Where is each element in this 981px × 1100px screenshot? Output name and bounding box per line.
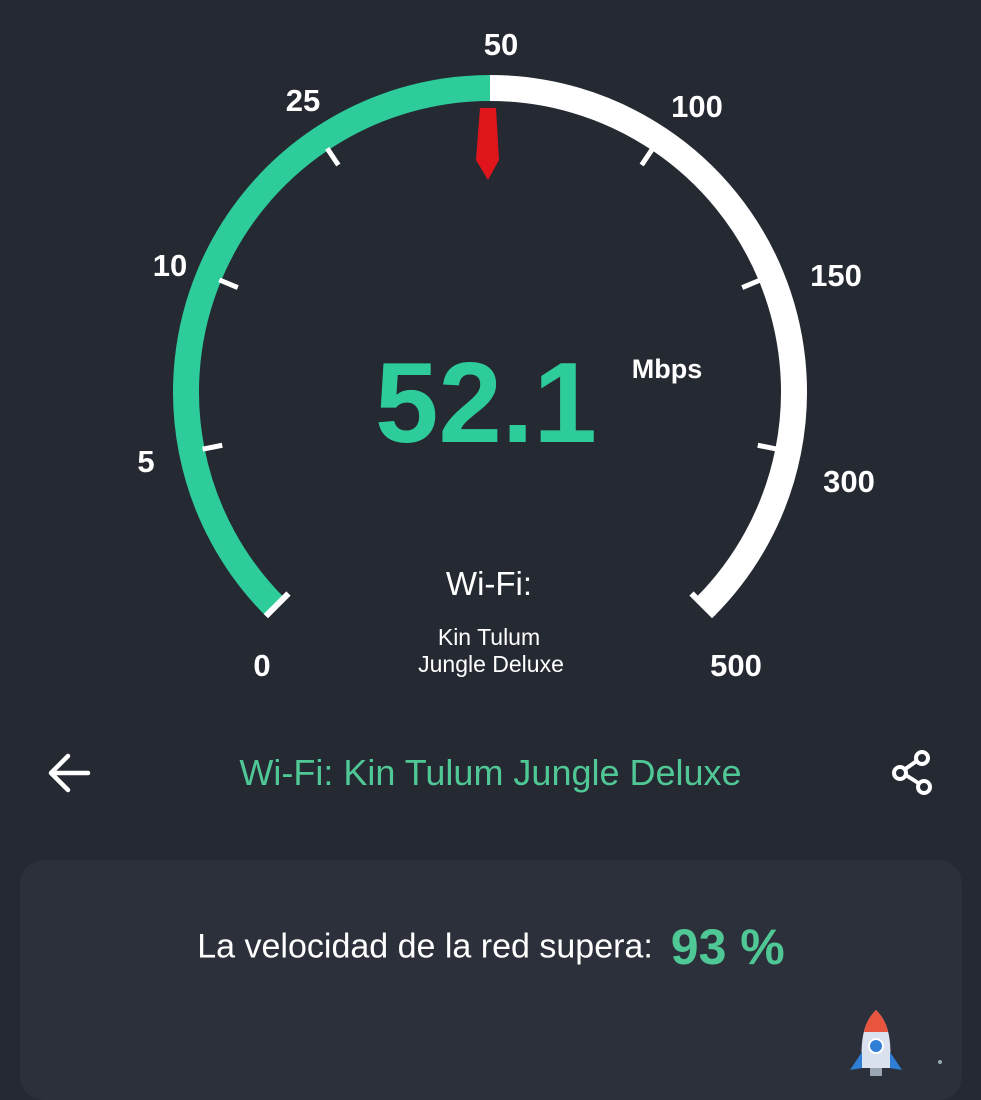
network-comparison: La velocidad de la red supera: 93 %	[20, 918, 962, 976]
rocket-icon	[850, 1010, 902, 1076]
speed-unit: Mbps	[632, 354, 703, 384]
exceeds-percentage: 93 %	[670, 919, 785, 975]
gauge-tick-3	[325, 146, 341, 167]
scale-label-500: 500	[710, 648, 762, 683]
network-name-line2: Jungle Deluxe	[418, 651, 564, 677]
scale-label-5: 5	[137, 444, 154, 479]
scale-label-0: 0	[253, 648, 270, 683]
share-button[interactable]	[888, 748, 938, 798]
share-icon	[892, 750, 932, 795]
scale-label-25: 25	[286, 83, 320, 118]
gauge-tick-5	[639, 146, 655, 167]
network-name-line1: Kin Tulum	[438, 624, 540, 650]
sparkle-dot	[938, 1060, 942, 1064]
scale-label-150: 150	[810, 258, 862, 293]
gauge-tick-7	[757, 442, 778, 452]
gauge-tick-2	[218, 277, 239, 290]
scale-label-100: 100	[671, 89, 723, 124]
scale-label-300: 300	[823, 464, 875, 499]
speed-gauge: 0 5 10 25 50 100 150 300 500 52.1 Mbps W…	[137, 27, 875, 683]
gauge-needle	[476, 108, 499, 180]
top-bar: Wi-Fi: Kin Tulum Jungle Deluxe	[0, 730, 981, 814]
gauge-tick-6	[741, 277, 762, 290]
exceeds-label: La velocidad de la red supera:	[197, 927, 653, 966]
scale-label-50: 50	[484, 27, 518, 62]
result-card: La velocidad de la red supera: 93 %	[20, 860, 962, 1100]
gauge-tick-1	[202, 442, 223, 452]
network-type-label: Wi-Fi:	[446, 565, 532, 602]
speed-value: 52.1	[375, 340, 597, 467]
page-title: Wi-Fi: Kin Tulum Jungle Deluxe	[239, 752, 742, 793]
scale-label-10: 10	[153, 248, 187, 283]
